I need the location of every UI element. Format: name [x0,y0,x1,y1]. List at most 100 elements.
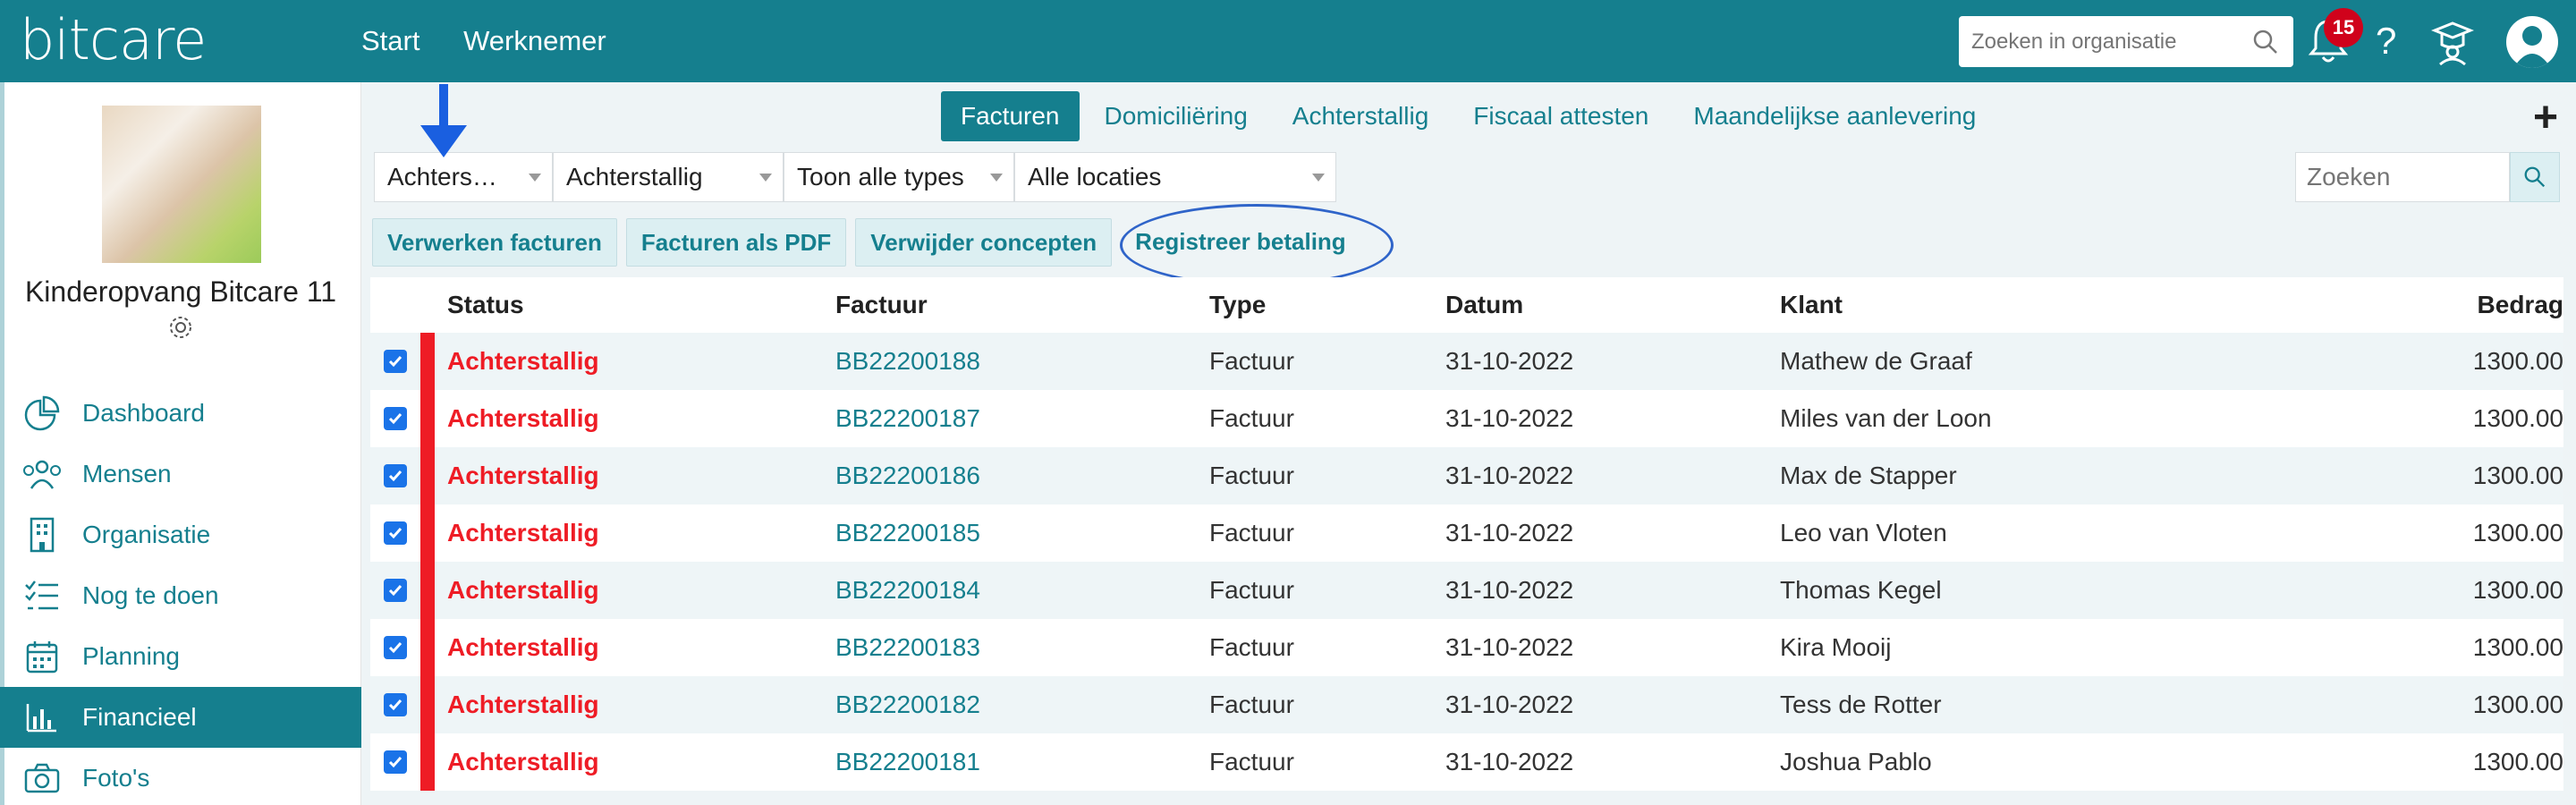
sidebar-item-label: Planning [82,642,180,670]
checkbox-checked-icon[interactable] [384,579,407,602]
cell-client: Tess de Rotter [1780,691,1942,718]
location-filter-value: Alle locaties [1028,163,1162,191]
cell-type: Factuur [1209,347,1294,375]
cell-type: Factuur [1209,748,1294,775]
row-checkbox[interactable] [370,407,420,430]
invoice-search-input[interactable] [2295,152,2510,202]
nav-start[interactable]: Start [361,25,419,56]
table-row[interactable]: Achterstallig BB22200182 Factuur 31-10-2022… [370,676,2563,733]
cell-date: 31-10-2022 [1445,519,1574,547]
help-icon[interactable]: ? [2376,20,2396,73]
tab-domiciliering[interactable]: Domiciliëring [1085,91,1267,141]
tab-fiscaal-attesten[interactable]: Fiscaal attesten [1453,91,1668,141]
chevron-down-icon [1312,173,1325,182]
sidebar: Kinderopvang Bitcare 11 Dashboard Mensen… [0,82,361,805]
row-checkbox[interactable] [370,579,420,602]
category-filter-select[interactable]: Achterstallig [553,152,784,202]
nav-werknemer[interactable]: Werknemer [463,25,606,56]
table-row[interactable]: Achterstallig BB22200185 Factuur 31-10-2022… [370,504,2563,562]
table-row[interactable]: Achterstallig BB22200181 Factuur 31-10-2022… [370,733,2563,791]
checkbox-checked-icon[interactable] [384,350,407,373]
checkbox-checked-icon[interactable] [384,407,407,430]
cell-date: 31-10-2022 [1445,404,1574,432]
cell-status: Achterstallig [447,347,599,375]
cell-status: Achterstallig [447,576,599,604]
cell-invoice-link[interactable]: BB22200184 [835,576,1209,605]
tab-achterstallig[interactable]: Achterstallig [1273,91,1449,141]
cell-invoice-link[interactable]: BB22200188 [835,347,1209,376]
overdue-indicator [420,619,435,676]
table-row[interactable]: Achterstallig BB22200188 Factuur 31-10-2022… [370,333,2563,390]
sidebar-item-planning[interactable]: Planning [0,626,361,687]
invoice-search [2295,152,2560,202]
notification-badge[interactable]: 15 [2324,8,2363,47]
cell-client: Miles van der Loon [1780,404,1992,432]
cell-invoice-link[interactable]: BB22200183 [835,633,1209,662]
cell-date: 31-10-2022 [1445,691,1574,718]
tab-facturen[interactable]: Facturen [941,91,1080,141]
type-filter-select[interactable]: Toon alle types [784,152,1014,202]
delete-drafts-button[interactable]: Verwijder concepten [855,218,1113,267]
row-checkbox[interactable] [370,350,420,373]
cell-invoice-link[interactable]: BB22200187 [835,404,1209,433]
row-checkbox[interactable] [370,750,420,774]
row-checkbox[interactable] [370,521,420,545]
cell-type: Factuur [1209,519,1294,547]
sidebar-item-dashboard[interactable]: Dashboard [0,383,361,444]
header-date[interactable]: Datum [1445,291,1780,319]
header-type[interactable]: Type [1209,291,1445,319]
table-row[interactable]: Achterstallig BB22200183 Factuur 31-10-2022… [370,619,2563,676]
location-filter-select[interactable]: Alle locaties [1014,152,1336,202]
organisation-search[interactable] [1959,16,2293,67]
bitcare-logo[interactable]: bitcare [20,7,207,72]
search-icon[interactable] [2252,29,2279,60]
checkbox-checked-icon[interactable] [384,750,407,774]
sidebar-item-label: Financieel [82,703,197,731]
graduation-cap-icon[interactable] [2430,16,2475,70]
sidebar-item-financieel[interactable]: Financieel [0,687,361,748]
table-row[interactable]: Achterstallig BB22200187 Factuur 31-10-2022… [370,390,2563,447]
tab-maandelijkse-aanlevering[interactable]: Maandelijkse aanlevering [1674,91,1996,141]
process-invoices-button[interactable]: Verwerken facturen [372,218,617,267]
search-button[interactable] [2510,152,2560,202]
header-client[interactable]: Klant [1780,291,2406,319]
gear-icon[interactable] [166,313,195,346]
cell-type: Factuur [1209,691,1294,718]
row-checkbox[interactable] [370,693,420,716]
sidebar-item-mensen[interactable]: Mensen [0,444,361,504]
cell-invoice-link[interactable]: BB22200186 [835,462,1209,490]
row-checkbox[interactable] [370,636,420,659]
sidebar-item-nog-te-doen[interactable]: Nog te doen [0,565,361,626]
cell-amount: 1300.00 [2472,519,2563,547]
cell-date: 31-10-2022 [1445,748,1574,775]
checkbox-checked-icon[interactable] [384,693,407,716]
cell-invoice-link[interactable]: BB22200185 [835,519,1209,547]
sidebar-item-label: Dashboard [82,399,205,427]
sidebar-item-organisatie[interactable]: Organisatie [0,504,361,565]
filter-bar: Achters… Achterstallig Toon alle types A… [374,152,1336,202]
header-status[interactable]: Status [447,291,835,319]
checkbox-checked-icon[interactable] [384,521,407,545]
cell-invoice-link[interactable]: BB22200182 [835,691,1209,719]
cell-invoice-link[interactable]: BB22200181 [835,748,1209,776]
cell-amount: 1300.00 [2472,347,2563,375]
row-checkbox[interactable] [370,464,420,487]
checkbox-checked-icon[interactable] [384,464,407,487]
overdue-indicator [420,676,435,733]
header-amount[interactable]: Bedrag [2406,291,2563,319]
overdue-indicator [420,447,435,504]
add-icon[interactable]: + [2533,93,2558,142]
cell-type: Factuur [1209,462,1294,489]
invoice-table: Status Factuur Type Datum Klant Bedrag A… [370,277,2563,791]
table-row[interactable]: Achterstallig BB22200184 Factuur 31-10-2022… [370,562,2563,619]
status-filter-value: Achters… [387,163,497,191]
organisation-search-input[interactable] [1959,16,2245,67]
overdue-indicator [420,733,435,791]
user-avatar[interactable] [2506,16,2558,68]
chevron-down-icon [759,173,772,182]
invoices-pdf-button[interactable]: Facturen als PDF [625,218,847,267]
header-invoice[interactable]: Factuur [835,291,1209,319]
table-row[interactable]: Achterstallig BB22200186 Factuur 31-10-2022… [370,447,2563,504]
sidebar-item-fotos[interactable]: Foto's [0,748,361,805]
checkbox-checked-icon[interactable] [384,636,407,659]
